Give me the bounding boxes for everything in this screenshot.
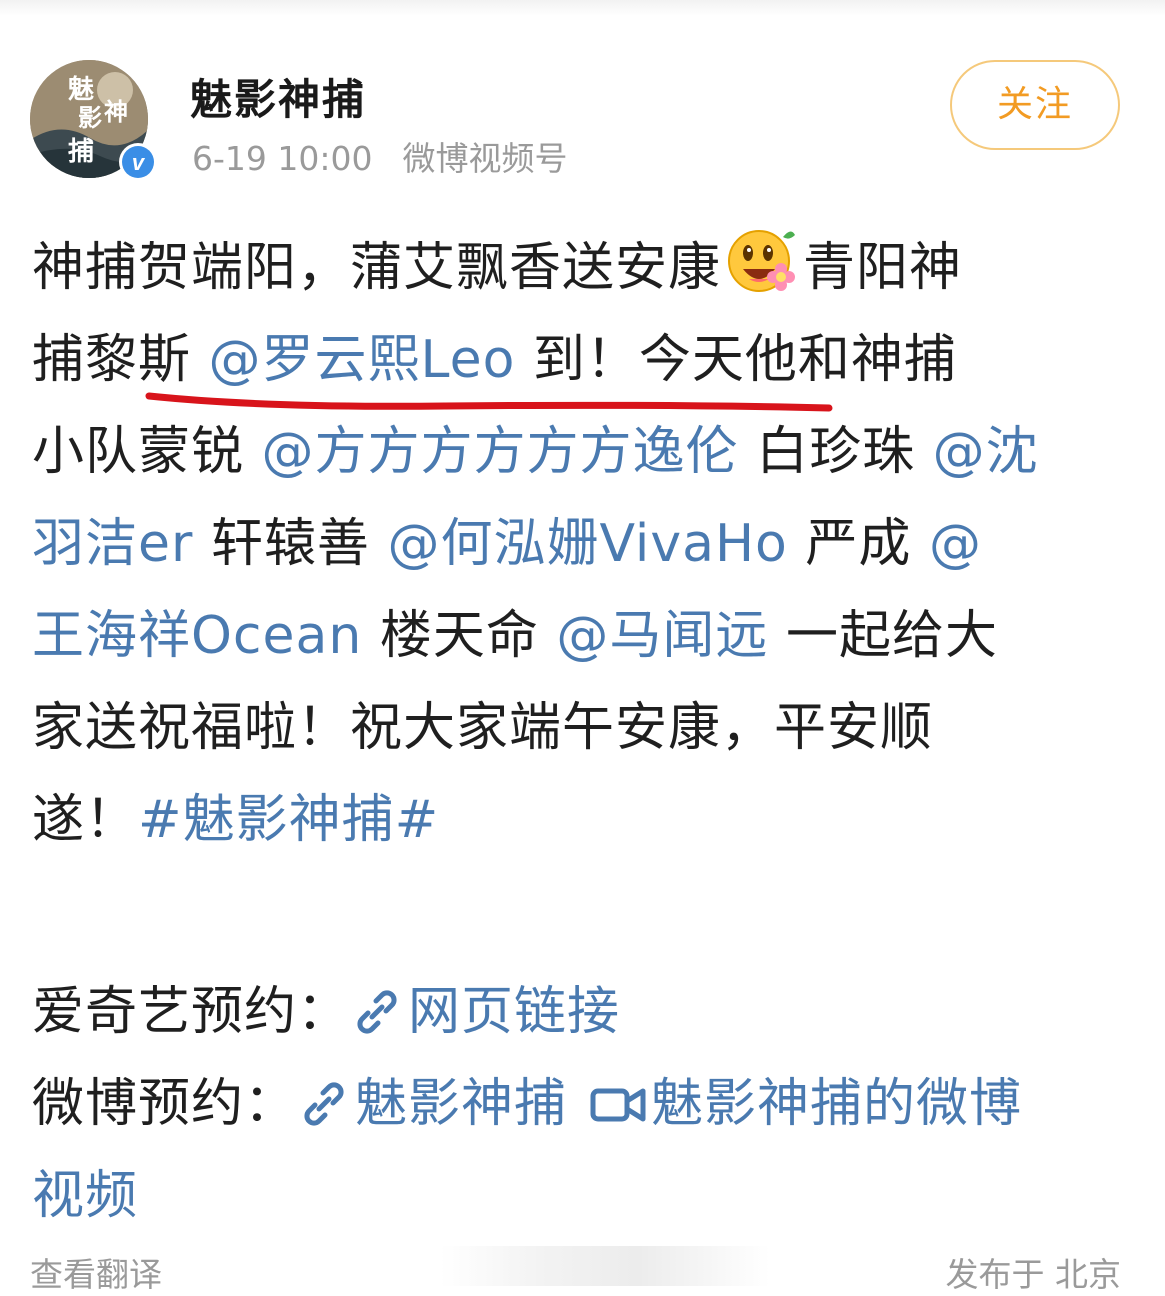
weibo-reservation-line: 微博预约： 魅影神捕 魅影神捕的微博 — [32, 1058, 1132, 1150]
post-text-segment: 遂！ — [32, 790, 139, 850]
post-line-5: 王海祥Ocean 楼天命 @马闻远 一起给大 — [32, 590, 1132, 682]
post-line-1: 神捕贺端阳，蒲艾飘香送安康 青阳神 — [32, 222, 1132, 314]
reservation-links: 爱奇艺预约： 网页链接 微博预约： 魅影神捕 魅影神捕的微博 视频 — [32, 966, 1132, 1242]
follow-button[interactable]: 关注 — [950, 60, 1120, 150]
post-line-6: 家送祝福啦！祝大家端午安康，平安顺 — [32, 698, 934, 758]
post-text-segment: 小队蒙锐 — [32, 422, 262, 482]
username[interactable]: 魅影神捕 — [190, 66, 366, 127]
iqiyi-web-link[interactable]: 网页链接 — [350, 982, 620, 1042]
topic-hashtag[interactable]: #魅影神捕# — [138, 790, 439, 850]
mention-wang-haixiang-end[interactable]: 王海祥Ocean — [32, 606, 362, 666]
svg-text:神: 神 — [104, 97, 128, 126]
post-text-segment: 青阳神 — [803, 238, 963, 298]
weibo-video-link-label[interactable]: 魅影神捕的微博 — [651, 1074, 1022, 1134]
view-translation-link[interactable]: 查看翻译 — [30, 1248, 162, 1296]
post-text-segment: 神捕贺端阳，蒲艾飘香送安康 — [32, 238, 722, 298]
weibo-web-link[interactable]: 魅影神捕 — [297, 1074, 567, 1134]
post-location: 发布于 北京 — [945, 1255, 1122, 1294]
verified-badge-icon: v — [119, 143, 157, 181]
mention-ma-wenyuan[interactable]: @马闻远 — [556, 606, 768, 666]
post-text-segment: 严成 — [787, 514, 929, 574]
post-line-7: 遂！#魅影神捕# — [32, 774, 1132, 866]
weibo-video-link-line-2: 视频 — [32, 1150, 1132, 1242]
mention-wang-haixiang-start[interactable]: @ — [929, 514, 982, 574]
top-divider — [0, 0, 1165, 16]
svg-text:魅: 魅 — [68, 74, 94, 105]
iqiyi-label: 爱奇艺预约： — [32, 982, 351, 1042]
iqiyi-link-label[interactable]: 网页链接 — [408, 982, 620, 1042]
avatar-container[interactable]: 魅 影 神 捕 v — [30, 60, 157, 184]
weibo-video-link[interactable]: 魅影神捕的微博 — [567, 1074, 1022, 1134]
flower-smile-emoji-icon — [728, 230, 796, 292]
post-source[interactable]: 微博视频号 — [403, 139, 568, 178]
post-body: 神捕贺端阳，蒲艾飘香送安康 青阳神 捕黎斯 @罗云熙Leo 到！今天他和神捕 小… — [32, 222, 1132, 866]
blurred-overlay — [440, 1246, 770, 1286]
svg-text:捕: 捕 — [68, 137, 94, 167]
weibo-label: 微博预约： — [32, 1074, 298, 1134]
post-text-segment: 轩辕善 — [193, 514, 388, 574]
post-text-segment: 白珍珠 — [738, 422, 933, 482]
mention-shen-yujie-start[interactable]: @沈 — [933, 422, 1039, 482]
iqiyi-reservation-line: 爱奇艺预约： 网页链接 — [32, 966, 1132, 1058]
svg-text:v: v — [132, 150, 146, 175]
video-camera-icon — [590, 1088, 646, 1122]
weibo-link-label[interactable]: 魅影神捕 — [355, 1074, 567, 1134]
mention-he-hongshan[interactable]: @何泓姗VivaHo — [387, 514, 787, 574]
svg-text:影: 影 — [78, 103, 102, 132]
mention-shen-yujie-end[interactable]: 羽洁er — [32, 514, 193, 574]
post-meta: 6-19 10:00 微博视频号 — [192, 132, 568, 180]
post-text-segment: 楼天命 — [362, 606, 557, 666]
weibo-video-link-label-cont[interactable]: 视频 — [32, 1166, 138, 1226]
mention-fang-yilun[interactable]: @方方方方方方逸伦 — [262, 422, 739, 482]
link-icon — [304, 1082, 344, 1126]
post-line-4: 羽洁er 轩辕善 @何泓姗VivaHo 严成 @ — [32, 498, 1132, 590]
post-line-3: 小队蒙锐 @方方方方方方逸伦 白珍珠 @沈 — [32, 406, 1132, 498]
post-text-segment: 一起给大 — [768, 606, 998, 666]
link-icon — [357, 990, 397, 1034]
post-date: 6-19 10:00 — [192, 139, 373, 178]
red-underline-annotation — [145, 392, 833, 412]
